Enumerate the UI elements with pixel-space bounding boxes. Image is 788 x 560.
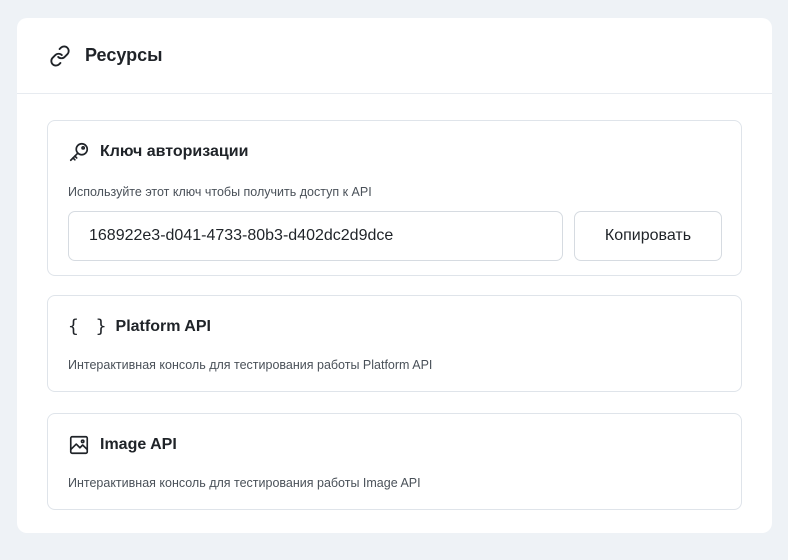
platform-api-card[interactable]: { } Platform API Интерактивная консоль д… [47, 295, 742, 392]
auth-key-description: Используйте этот ключ чтобы получить дос… [68, 185, 372, 199]
link-icon [49, 44, 71, 67]
key-icon [68, 141, 90, 163]
platform-api-title: Platform API [115, 317, 211, 335]
image-icon [68, 434, 90, 456]
platform-api-title-row: { } Platform API [68, 316, 211, 337]
platform-api-description: Интерактивная консоль для тестирования р… [68, 358, 433, 372]
resources-panel: Ресурсы Ключ авторизации Используйте это… [17, 18, 772, 533]
copy-button[interactable]: Копировать [574, 211, 722, 261]
image-api-card[interactable]: Image API Интерактивная консоль для тест… [47, 413, 742, 510]
image-api-description: Интерактивная консоль для тестирования р… [68, 476, 421, 490]
page-title: Ресурсы [85, 45, 163, 65]
image-api-title: Image API [100, 436, 177, 453]
auth-key-title-row: Ключ авторизации [68, 141, 248, 163]
auth-key-input[interactable] [68, 211, 563, 261]
image-api-title-row: Image API [68, 434, 177, 456]
braces-icon: { } [68, 316, 110, 337]
auth-key-title: Ключ авторизации [100, 143, 249, 160]
auth-key-card: Ключ авторизации Используйте этот ключ ч… [47, 120, 742, 276]
panel-header: Ресурсы [17, 18, 772, 94]
